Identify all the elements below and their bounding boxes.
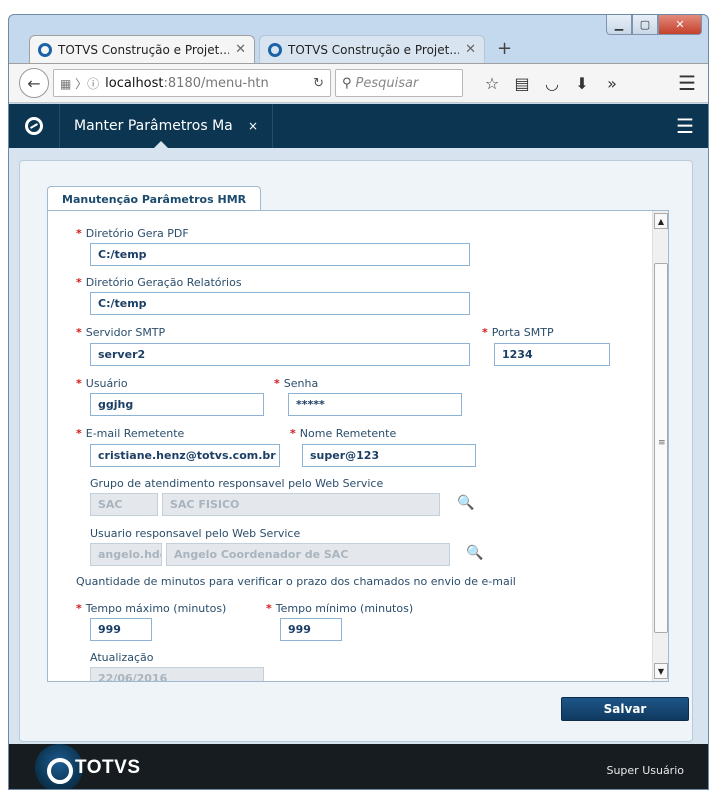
close-tab-icon[interactable]: ✕	[465, 42, 476, 57]
footer-brand: TOTVS	[75, 757, 141, 778]
browser-tab-title: TOTVS Construção e Projet...	[58, 42, 230, 57]
scroll-thumb[interactable]: ≡	[654, 263, 668, 633]
label-email-remetente: * E-mail Remetente	[76, 427, 185, 440]
tempo-minimo-field[interactable]: 999	[280, 618, 342, 641]
required-asterisk: *	[76, 602, 82, 615]
scroll-up-arrow-icon[interactable]: ▲	[654, 213, 668, 229]
search-icon: ⚲	[342, 75, 352, 91]
totvs-favicon-icon	[38, 42, 52, 57]
nome-remetente-field[interactable]: super@123	[302, 444, 476, 467]
app-header: Manter Parâmetros Ma × ☰	[9, 104, 708, 148]
required-asterisk: *	[482, 326, 488, 339]
required-asterisk: *	[266, 602, 272, 615]
app-footer: TOTVS Super Usuário	[9, 744, 708, 789]
app-tab-manter-parametros[interactable]: Manter Parâmetros Ma ×	[59, 104, 273, 148]
required-asterisk: *	[274, 377, 280, 390]
dir-relatorios-field[interactable]: C:/temp	[90, 292, 470, 315]
download-icon[interactable]: ⬇	[567, 74, 597, 93]
scroll-grip-icon: ≡	[658, 438, 666, 448]
senha-field[interactable]: *****	[288, 393, 462, 416]
scroll-down-arrow-icon[interactable]: ▼	[654, 663, 668, 679]
page-info-icon[interactable]: ▦ 〉ⓘ	[60, 75, 99, 92]
browser-toolbar: ← ▦ 〉ⓘ localhost :8180/menu-htn ↻ ⚲ Pesq…	[9, 63, 708, 103]
dir-pdf-field[interactable]: C:/temp	[90, 243, 470, 266]
url-bar[interactable]: ▦ 〉ⓘ localhost :8180/menu-htn ↻	[53, 69, 331, 97]
minimize-button[interactable]: ▁	[606, 15, 632, 35]
back-arrow-icon[interactable]: ←	[19, 68, 49, 98]
email-remetente-field[interactable]: cristiane.henz@totvs.com.br	[90, 444, 280, 467]
browser-tab-1[interactable]: TOTVS Construção e Projet... ✕	[29, 35, 255, 63]
required-asterisk: *	[290, 427, 296, 440]
browser-menu-icon[interactable]: ☰	[678, 71, 696, 95]
porta-smtp-field[interactable]: 1234	[494, 343, 610, 366]
usuario-field[interactable]: ggjhg	[90, 393, 264, 416]
content-area: Manutenção Parâmetros HMR * Diretório Ger…	[9, 148, 708, 744]
close-app-tab-icon[interactable]: ×	[248, 119, 258, 133]
label-nome-remetente: * Nome Remetente	[290, 427, 397, 440]
label-senha: * Senha	[274, 377, 319, 390]
close-window-button[interactable]: ✕	[658, 15, 702, 35]
servidor-smtp-field[interactable]: server2	[90, 343, 470, 366]
search-input[interactable]: ⚲ Pesquisar	[335, 69, 463, 97]
required-asterisk: *	[76, 227, 82, 240]
window-controls: ▁ ▢ ✕	[606, 15, 702, 35]
browser-window: ▁ ▢ ✕ TOTVS Construção e Projet... ✕ TOT…	[8, 14, 709, 790]
app-tab-label: Manter Parâmetros Ma	[74, 118, 233, 134]
url-host: localhost	[105, 75, 164, 91]
label-tempo-minimo: * Tempo mínimo (minutos)	[266, 602, 414, 615]
label-usuario: * Usuário	[76, 377, 128, 390]
save-button[interactable]: Salvar	[561, 697, 689, 721]
label-servidor-smtp: * Servidor SMTP	[76, 326, 166, 339]
toolbar-icons: ☆ ▤ ◡ ⬇ »	[477, 74, 627, 93]
label-dir-relatorios: * Diretório Geração Relatórios	[76, 276, 242, 289]
label-dir-pdf: * Diretório Gera PDF	[76, 227, 189, 240]
reading-list-icon[interactable]: ▤	[507, 74, 537, 93]
form-area: * Diretório Gera PDF C:/temp * Diretório G…	[47, 210, 669, 682]
usuario-ws-code-field: angelo.hdc	[90, 543, 162, 566]
required-asterisk: *	[76, 326, 82, 339]
usuario-ws-lookup-magnifier-icon[interactable]: 🔍	[466, 545, 483, 561]
totvs-logo-icon[interactable]	[25, 117, 43, 135]
required-asterisk: *	[76, 427, 82, 440]
maximize-button[interactable]: ▢	[632, 15, 658, 35]
pocket-icon[interactable]: ◡	[537, 74, 567, 93]
label-atualizacao: Atualização	[90, 651, 154, 664]
label-tempo-maximo: * Tempo máximo (minutos)	[76, 602, 227, 615]
browser-tabstrip: TOTVS Construção e Projet... ✕ TOTVS Con…	[29, 33, 512, 63]
form-tab-title[interactable]: Manutenção Parâmetros HMR	[47, 186, 262, 212]
atualizacao-field: 22/06/2016	[90, 667, 264, 681]
overflow-chevron-icon[interactable]: »	[597, 74, 627, 93]
label-grupo-atendimento: Grupo de atendimento responsavel pelo We…	[90, 477, 384, 490]
required-asterisk: *	[76, 276, 82, 289]
close-tab-icon[interactable]: ✕	[235, 42, 246, 57]
usuario-ws-desc-field: Angelo Coordenador de SAC	[166, 543, 450, 566]
info-minutos-text: Quantidade de minutos para verificar o p…	[76, 575, 516, 588]
app-menu-icon[interactable]: ☰	[676, 114, 694, 138]
form-scrollbar[interactable]: ▲ ≡ ▼	[652, 211, 668, 681]
reload-icon[interactable]: ↻	[313, 76, 324, 91]
label-porta-smtp: * Porta SMTP	[482, 326, 554, 339]
current-user-label[interactable]: Super Usuário	[606, 764, 684, 777]
url-path: :8180/menu-htn	[163, 75, 269, 91]
grupo-desc-field: SAC FISICO	[162, 493, 440, 516]
label-usuario-ws: Usuario responsavel pelo Web Service	[90, 527, 301, 540]
search-placeholder: Pesquisar	[355, 75, 419, 91]
grupo-lookup-magnifier-icon[interactable]: 🔍	[457, 495, 474, 511]
browser-tab-2[interactable]: TOTVS Construção e Projet... ✕	[259, 35, 485, 63]
new-tab-button[interactable]: +	[497, 38, 512, 59]
totvs-favicon-icon	[268, 42, 282, 57]
tempo-maximo-field[interactable]: 999	[90, 618, 152, 641]
grupo-code-field: SAC	[90, 493, 158, 516]
browser-tab-title: TOTVS Construção e Projet...	[288, 42, 460, 57]
required-asterisk: *	[76, 377, 82, 390]
bookmark-star-icon[interactable]: ☆	[477, 74, 507, 93]
